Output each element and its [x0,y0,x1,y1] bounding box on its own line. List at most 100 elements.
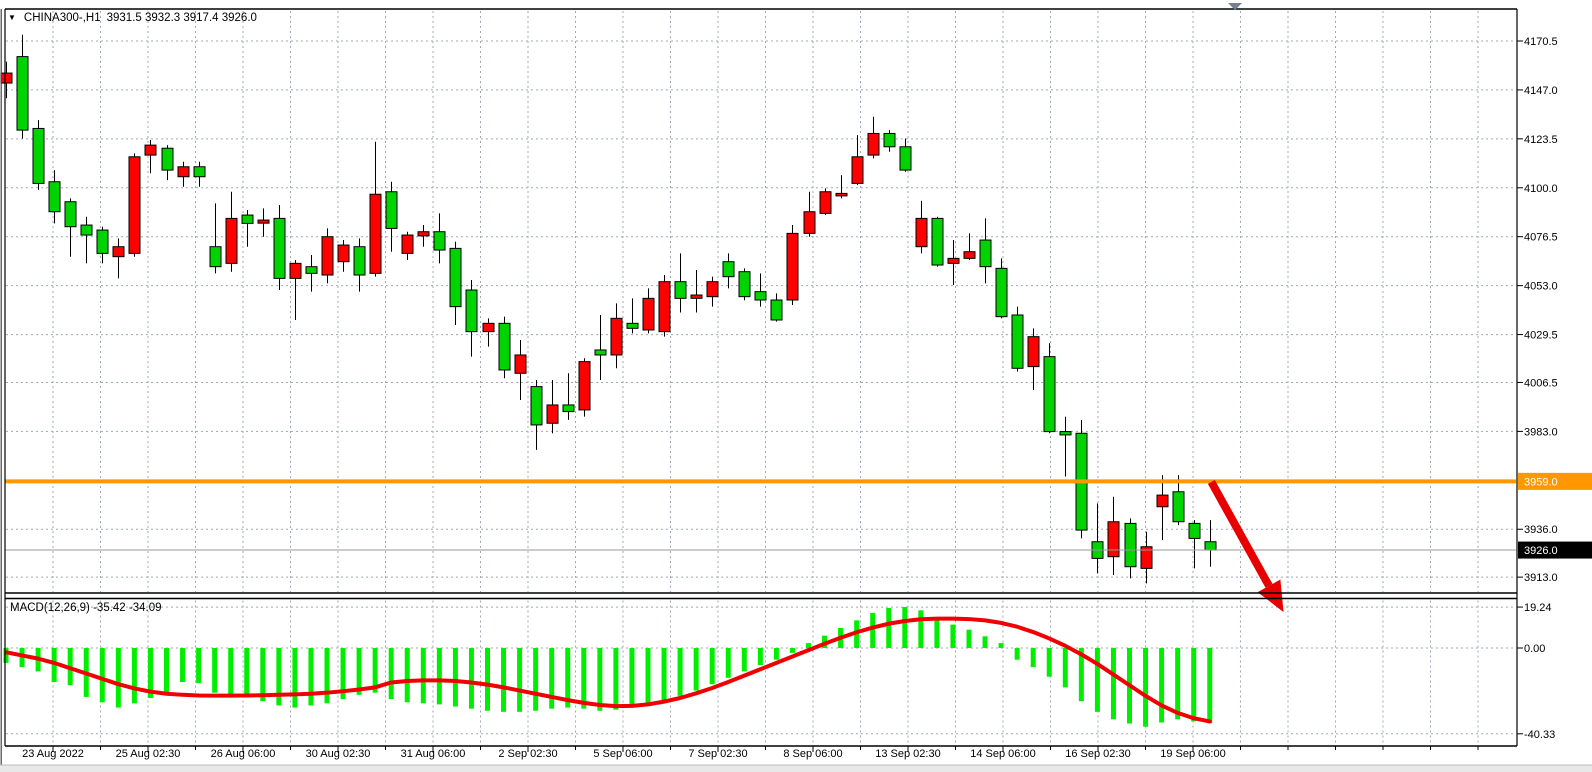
macd-histogram-bar [902,607,907,648]
trading-chart-window: 4170.54147.04123.54100.04076.54053.04029… [0,0,1592,772]
macd-histogram-bar [613,648,618,710]
candle-bullish [707,282,718,297]
macd-histogram-bar [164,648,169,695]
candle-bearish [755,292,766,300]
candle-bearish [1060,432,1071,435]
candle-bearish [595,350,606,355]
candle-bearish [194,167,205,177]
candle-bullish [178,167,189,177]
price-axis-label: 4123.5 [1524,134,1558,146]
time-axis-label: 16 Sep 02:30 [1065,748,1130,760]
candle-bearish [1189,523,1200,538]
symbol-period-label: CHINA300-,H1 [24,12,101,24]
macd-histogram-bar [228,648,233,695]
macd-histogram-bar [421,648,426,703]
price-axis-label: 3983.0 [1524,426,1558,438]
candle-bearish [499,323,510,370]
candle-bearish [354,247,365,275]
candle-bearish [434,232,445,250]
candle-bearish [627,323,638,328]
macd-histogram-bar [983,636,988,648]
candle-bullish [129,157,140,254]
candle-bearish [162,148,173,170]
price-axis-label: 4100.0 [1524,183,1558,195]
candle-bullish [226,218,237,263]
macd-histogram-bar [742,648,747,671]
candle-bullish [515,355,526,373]
candle-bullish [290,263,301,278]
macd-axis-label: 19.24 [1524,602,1552,614]
macd-histogram-bar [774,648,779,660]
macd-histogram-bar [1207,648,1212,723]
price-axis-label: 4147.0 [1524,85,1558,97]
time-axis-label: 25 Aug 02:30 [116,748,181,760]
macd-histogram-bar [1031,648,1036,667]
candle-bearish [1205,542,1216,550]
macd-histogram-bar [1191,648,1196,721]
candle-bearish [980,240,991,267]
candle-bullish [402,235,413,253]
candle-bearish [450,248,461,306]
macd-histogram-bar [886,608,891,648]
candle-bearish [996,268,1007,316]
candle-bullish [916,218,927,246]
time-axis-label: 31 Aug 06:00 [401,748,466,760]
price-axis-label: 3913.0 [1524,572,1558,584]
macd-histogram-bar [1175,648,1180,719]
candle-bearish [1125,523,1136,566]
candle-bullish [836,193,847,195]
candle-bearish [932,218,943,265]
candle-bearish [884,133,895,146]
macd-axis[interactable]: 19.240.00-40.33 [1517,602,1555,741]
price-axis-label: 4170.5 [1524,36,1558,48]
macd-histogram-bar [549,648,554,709]
time-axis-label: 26 Aug 06:00 [211,748,276,760]
chart-panels[interactable] [5,9,1517,746]
candle-bearish [466,290,477,332]
macd-histogram-bar [132,648,137,703]
time-axis[interactable]: 23 Aug 202225 Aug 02:3026 Aug 06:0030 Au… [22,746,1478,760]
macd-histogram-bar [325,648,330,703]
candle-bullish [611,318,622,355]
macd-histogram-bar [1063,648,1068,687]
candle-bearish [563,405,574,412]
candle-bullish [659,282,670,332]
candle-bearish [1173,492,1184,522]
candle-bullish [852,157,863,184]
macd-histogram-bar [533,648,538,711]
candle-bullish [418,232,429,236]
candle-bearish [49,182,60,212]
candle-bearish [771,300,782,320]
candle-bearish [33,128,44,183]
bottom-window-strip [0,765,1592,772]
macd-histogram-bar [453,648,458,707]
candle-bearish [1044,357,1055,432]
macd-histogram-bar [999,643,1004,648]
macd-histogram-bar [100,648,105,702]
macd-histogram-bar [678,648,683,696]
candle-bearish [1012,315,1023,368]
candle-bearish [531,387,542,425]
candle-bullish [787,233,798,300]
price-axis-label: 3936.0 [1524,524,1558,536]
macd-histogram-bar [629,648,634,708]
symbol-dropdown-icon[interactable]: ▼ [8,14,16,22]
price-axis[interactable]: 4170.54147.04123.54100.04076.54053.04029… [1517,36,1592,584]
time-axis-label: 7 Sep 02:30 [688,748,747,760]
time-axis-label: 13 Sep 02:30 [875,748,940,760]
price-axis-label: 4053.0 [1524,281,1558,293]
candle-bullish [1108,522,1119,557]
candle-bearish [17,57,28,130]
macd-histogram-bar [405,648,410,702]
time-axis-label: 14 Sep 06:00 [970,748,1035,760]
candle-bearish [900,147,911,170]
chart-canvas[interactable]: 4170.54147.04123.54100.04076.54053.04029… [0,0,1592,772]
time-axis-label: 30 Aug 02:30 [306,748,371,760]
macd-histogram-bar [806,643,811,648]
candle-bullish [820,192,831,214]
candle-bullish [145,145,156,155]
macd-indicator-label: MACD(12,26,9) -35.42 -34.09 [10,602,162,614]
candle-bearish [65,202,76,227]
quote-ohlc-values: 3931.5 3932.3 3917.4 3926.0 [107,12,257,24]
candle-bullish [322,237,333,275]
